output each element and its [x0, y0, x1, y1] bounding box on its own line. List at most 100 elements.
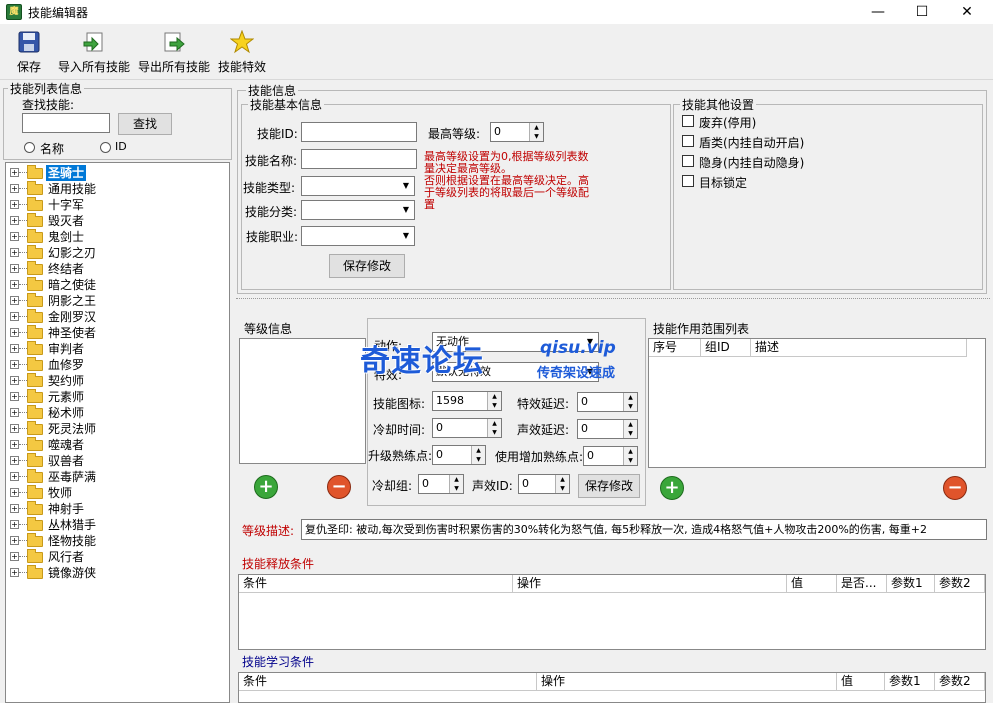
- expand-icon[interactable]: +: [10, 504, 19, 513]
- max-level-value: 0: [494, 125, 501, 138]
- close-button[interactable]: ✕: [944, 0, 990, 24]
- checkbox-shield[interactable]: [682, 135, 694, 147]
- maximize-button[interactable]: ☐: [899, 0, 945, 24]
- spin-arrows-icon[interactable]: ▲ ▼: [623, 447, 637, 465]
- radio-id[interactable]: [100, 142, 111, 153]
- expand-icon[interactable]: +: [10, 312, 19, 321]
- minimize-button[interactable]: —: [855, 0, 901, 24]
- chevron-down-icon: ▼: [398, 177, 414, 195]
- add-range-button[interactable]: +: [660, 476, 684, 500]
- watermark-brand: 奇速论坛: [360, 344, 484, 379]
- expand-icon[interactable]: +: [10, 552, 19, 561]
- expand-icon[interactable]: +: [10, 232, 19, 241]
- search-label: 查找技能:: [22, 98, 75, 112]
- expand-icon[interactable]: +: [10, 264, 19, 273]
- expand-icon[interactable]: +: [10, 456, 19, 465]
- expand-icon[interactable]: +: [10, 280, 19, 289]
- expand-icon[interactable]: +: [10, 216, 19, 225]
- max-level-spinner[interactable]: 0 ▲ ▼: [490, 122, 544, 142]
- skill-name-input[interactable]: [301, 149, 417, 169]
- expand-icon[interactable]: +: [10, 200, 19, 209]
- range-col-desc[interactable]: 描述: [751, 339, 967, 357]
- effect-delay-spinner[interactable]: 0 ▲ ▼: [577, 392, 638, 412]
- save-skill-button[interactable]: 保存修改: [329, 254, 405, 278]
- release-col-whether[interactable]: 是否...: [837, 575, 887, 593]
- add-level-button[interactable]: +: [254, 475, 278, 499]
- icon-spinner[interactable]: 1598 ▲ ▼: [432, 391, 502, 411]
- skill-category-select[interactable]: ▼: [301, 200, 415, 220]
- checkbox-target-lock[interactable]: [682, 175, 694, 187]
- learn-col-param1[interactable]: 参数1: [885, 673, 935, 691]
- search-button[interactable]: 查找: [118, 113, 172, 135]
- expand-icon[interactable]: +: [10, 536, 19, 545]
- spin-arrows-icon[interactable]: ▲ ▼: [555, 475, 569, 493]
- expand-icon[interactable]: +: [10, 568, 19, 577]
- radio-name-label: 名称: [40, 142, 65, 156]
- learn-conditions-table[interactable]: 条件 操作 值 参数1 参数2: [238, 672, 986, 703]
- expand-icon[interactable]: +: [10, 328, 19, 337]
- expand-icon[interactable]: +: [10, 520, 19, 529]
- upgrade-exp-spinner[interactable]: 0 ▲ ▼: [432, 445, 486, 465]
- learn-col-operation[interactable]: 操作: [537, 673, 837, 691]
- spin-arrows-icon[interactable]: ▲ ▼: [623, 393, 637, 411]
- expand-icon[interactable]: +: [10, 440, 19, 449]
- spin-arrows-icon[interactable]: ▲ ▼: [487, 419, 501, 437]
- cd-group-spinner[interactable]: 0 ▲ ▼: [418, 474, 464, 494]
- skill-effects-button[interactable]: 技能特效: [216, 28, 268, 78]
- expand-icon[interactable]: +: [10, 392, 19, 401]
- save-button[interactable]: 保存: [12, 28, 46, 78]
- release-col-value[interactable]: 值: [787, 575, 837, 593]
- level-desc-input[interactable]: 复仇圣印: 被动,每次受到伤害时积累伤害的30%转化为怒气值, 每5秒释放一次,…: [301, 519, 987, 540]
- import-all-skills-button[interactable]: 导入所有技能: [56, 28, 132, 78]
- learn-col-value[interactable]: 值: [837, 673, 885, 691]
- level-list[interactable]: [239, 338, 366, 464]
- export-all-skills-button[interactable]: 导出所有技能: [136, 28, 212, 78]
- learn-col-condition[interactable]: 条件: [239, 673, 537, 691]
- use-exp-spinner[interactable]: 0 ▲ ▼: [583, 446, 638, 466]
- expand-icon[interactable]: +: [10, 296, 19, 305]
- skill-id-input[interactable]: [301, 122, 417, 142]
- checkbox-stealth[interactable]: [682, 155, 694, 167]
- folder-icon: [27, 565, 43, 579]
- spin-arrows-icon[interactable]: ▲ ▼: [529, 123, 543, 141]
- release-col-operation[interactable]: 操作: [513, 575, 787, 593]
- expand-icon[interactable]: +: [10, 344, 19, 353]
- release-conditions-table[interactable]: 条件 操作 值 是否... 参数1 参数2: [238, 574, 986, 650]
- remove-level-button[interactable]: −: [327, 475, 351, 499]
- release-col-param2[interactable]: 参数2: [935, 575, 985, 593]
- cooldown-spinner[interactable]: 0 ▲ ▼: [432, 418, 502, 438]
- expand-icon[interactable]: +: [10, 472, 19, 481]
- search-input[interactable]: [22, 113, 110, 133]
- radio-name[interactable]: [24, 142, 35, 153]
- sound-delay-spinner[interactable]: 0 ▲ ▼: [577, 419, 638, 439]
- spin-arrows-icon[interactable]: ▲ ▼: [471, 446, 485, 464]
- expand-icon[interactable]: +: [10, 424, 19, 433]
- expand-icon[interactable]: +: [10, 488, 19, 497]
- expand-icon[interactable]: +: [10, 376, 19, 385]
- release-col-param1[interactable]: 参数1: [887, 575, 935, 593]
- range-col-index[interactable]: 序号: [649, 339, 701, 357]
- skill-tree[interactable]: + 圣骑士 + 通用技能 + 十字军 + 毁灭者 + 鬼剑士 + 幻影之刃 + 终结者 + 暗之使徒 + 阴影之王…: [5, 162, 230, 703]
- range-list-table[interactable]: 序号 组ID 描述: [648, 338, 986, 468]
- skill-type-select[interactable]: ▼: [301, 176, 415, 196]
- tree-connector: [19, 380, 27, 381]
- expand-icon[interactable]: +: [10, 360, 19, 369]
- tree-item-label: 契约师: [48, 374, 85, 388]
- checkbox-deprecated[interactable]: [682, 115, 694, 127]
- skill-job-select[interactable]: ▼: [301, 226, 415, 246]
- sound-id-spinner[interactable]: 0 ▲ ▼: [518, 474, 570, 494]
- spin-arrows-icon[interactable]: ▲ ▼: [487, 392, 501, 410]
- expand-icon[interactable]: +: [10, 184, 19, 193]
- spin-arrows-icon[interactable]: ▲ ▼: [449, 475, 463, 493]
- expand-icon[interactable]: +: [10, 408, 19, 417]
- remove-range-button[interactable]: −: [943, 476, 967, 500]
- expand-icon[interactable]: +: [10, 248, 19, 257]
- save-level-button[interactable]: 保存修改: [578, 474, 640, 498]
- folder-icon: [27, 389, 43, 403]
- range-col-group-id[interactable]: 组ID: [701, 339, 751, 357]
- splitter[interactable]: [236, 298, 990, 301]
- expand-icon[interactable]: +: [10, 168, 19, 177]
- learn-col-param2[interactable]: 参数2: [935, 673, 985, 691]
- release-col-condition[interactable]: 条件: [239, 575, 513, 593]
- spin-arrows-icon[interactable]: ▲ ▼: [623, 420, 637, 438]
